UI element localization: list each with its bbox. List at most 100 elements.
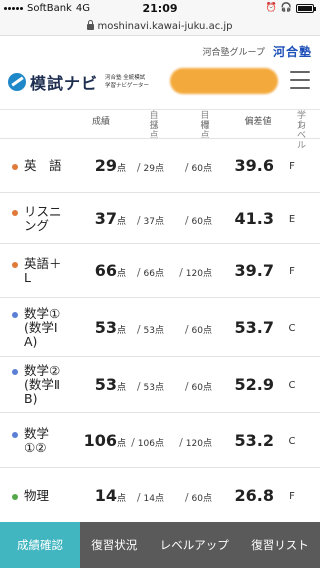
goal-score-unit: 点 — [202, 494, 212, 504]
score-number: 29 — [94, 156, 117, 175]
table-row[interactable]: 英 語 29点/29点/60点 39.6 F — [0, 138, 320, 192]
goal-score-unit: 点 — [202, 217, 212, 227]
self-score-number: 14 — [143, 494, 155, 504]
group-row: 河合塾グループ 河合塾 — [203, 43, 312, 60]
score-number: 66 — [94, 261, 117, 280]
goal-score: /60点 — [184, 214, 212, 227]
goal-score: /120点 — [179, 436, 212, 449]
self-score: /53点 — [136, 323, 164, 336]
deviation-value: 39.6 — [234, 156, 274, 175]
goal-score: /60点 — [184, 380, 212, 393]
level-grade: F — [289, 266, 295, 277]
level-grade: C — [288, 380, 296, 391]
hamburger-menu-icon[interactable] — [290, 71, 310, 89]
goal-score-number: 60 — [191, 494, 203, 504]
deviation-value: 26.8 — [234, 486, 274, 505]
goal-score: /60点 — [184, 161, 212, 174]
goal-score-number: 60 — [191, 217, 203, 227]
self-score-unit: 点 — [154, 217, 164, 227]
app-logo[interactable]: 模試ナビ 河合塾 全統模試 学習ナビゲーター — [8, 70, 149, 94]
lock-icon — [87, 20, 95, 30]
score-number: 106 — [83, 431, 117, 450]
app-subtitle-line-1: 河合塾 全統模試 — [105, 75, 146, 81]
goal-score-unit: 点 — [202, 269, 212, 279]
score-number: 53 — [94, 318, 117, 337]
score-value: 106点 — [80, 431, 126, 450]
nav-results[interactable]: 成績確認 — [0, 522, 80, 568]
score-value: 53点 — [80, 318, 126, 337]
self-score-unit: 点 — [154, 439, 164, 449]
goal-score-unit: 点 — [202, 439, 212, 449]
table-row[interactable]: 数学① (数学Ⅰ A) 53点/53点/60点 53.7 C — [0, 297, 320, 356]
self-score-unit: 点 — [154, 164, 164, 174]
subject-name: 英 語 — [24, 158, 62, 173]
self-score: /37点 — [136, 214, 164, 227]
status-bar: SoftBank 4G 21:09 ⏰ 🎧 — [0, 0, 320, 18]
address-bar[interactable]: moshinavi.kawai-juku.ac.jp — [0, 18, 320, 36]
self-score-number: 66 — [143, 269, 155, 279]
table-row[interactable]: 数学 ①② 106点/106点/120点 53.2 C — [0, 412, 320, 467]
header-score: 成績 — [91, 117, 110, 127]
battery-icon — [296, 3, 316, 13]
table-row[interactable]: 数学② (数学Ⅱ B) 53点/53点/60点 52.9 C — [0, 356, 320, 412]
status-icons: ⏰ 🎧 — [265, 3, 316, 13]
score-value: 37点 — [80, 209, 126, 228]
self-score: /66点 — [136, 266, 164, 279]
goal-score: /60点 — [184, 323, 212, 336]
self-score-number: 37 — [143, 217, 155, 227]
goal-score: /120点 — [179, 266, 212, 279]
subject-color-dot — [12, 210, 18, 216]
subject-color-dot — [12, 262, 18, 268]
goal-score-unit: 点 — [202, 326, 212, 336]
headphones-icon: 🎧 — [280, 3, 292, 13]
subject-color-dot — [12, 432, 18, 438]
goal-score-number: 60 — [191, 164, 203, 174]
table-row[interactable]: 物理 14点/14点/60点 26.8 F — [0, 467, 320, 522]
redacted-user-name — [170, 68, 278, 94]
score-value: 66点 — [80, 261, 126, 280]
site-header: 河合塾グループ 河合塾 模試ナビ 河合塾 全統模試 学習ナビゲーター — [0, 37, 320, 110]
deviation-value: 53.7 — [234, 318, 274, 337]
subject-name: 英語＋ L — [24, 256, 62, 285]
kawai-juku-logo[interactable]: 河合塾 — [273, 43, 312, 60]
table-row[interactable]: リスニ ング 37点/37点/60点 41.3 E — [0, 192, 320, 243]
alarm-icon: ⏰ — [265, 3, 277, 13]
self-score-unit: 点 — [154, 383, 164, 393]
nav-level-up[interactable]: レベルアップ — [149, 522, 241, 568]
self-score: /106点 — [131, 436, 164, 449]
subject-name: 数学① (数学Ⅰ A) — [24, 306, 61, 349]
level-grade: E — [288, 214, 296, 225]
app-subtitle: 河合塾 全統模試 学習ナビゲーター — [105, 74, 149, 90]
score-value: 14点 — [80, 486, 126, 505]
self-score-number: 53 — [143, 383, 155, 393]
subject-color-dot — [12, 369, 18, 375]
nav-review-status[interactable]: 復習状況 — [80, 522, 149, 568]
score-number: 37 — [94, 209, 117, 228]
subject-color-dot — [12, 164, 18, 170]
level-grade: F — [289, 161, 295, 172]
goal-score-unit: 点 — [202, 383, 212, 393]
pen-logo-icon — [8, 73, 26, 91]
goal-score-unit: 点 — [202, 164, 212, 174]
deviation-value: 41.3 — [234, 209, 274, 228]
table-row[interactable]: 英語＋ L 66点/66点/120点 39.7 F — [0, 243, 320, 297]
subject-name: 物理 — [24, 488, 50, 503]
subject-color-dot — [12, 312, 18, 318]
subject-name: リスニ ング — [24, 204, 62, 233]
level-grade: C — [288, 436, 296, 447]
goal-score: /60点 — [184, 491, 212, 504]
header-deviation: 偏差値 — [244, 117, 272, 127]
self-score-unit: 点 — [154, 326, 164, 336]
nav-review-list[interactable]: 復習リスト — [240, 522, 320, 568]
app-title: 模試ナビ — [30, 74, 99, 93]
deviation-value: 52.9 — [234, 375, 274, 394]
header-self-score: 自己 採点 — [133, 111, 161, 141]
header-level: 学力 レベル — [276, 111, 310, 151]
results-table-header: 成績 自己 採点 目標 得点 偏差値 学力 レベル — [0, 110, 320, 151]
self-score: /53点 — [136, 380, 164, 393]
score-value: 29点 — [80, 156, 126, 175]
score-value: 53点 — [80, 375, 126, 394]
url-text: moshinavi.kawai-juku.ac.jp — [97, 21, 233, 32]
deviation-value: 53.2 — [234, 431, 274, 450]
level-grade: F — [289, 491, 295, 502]
